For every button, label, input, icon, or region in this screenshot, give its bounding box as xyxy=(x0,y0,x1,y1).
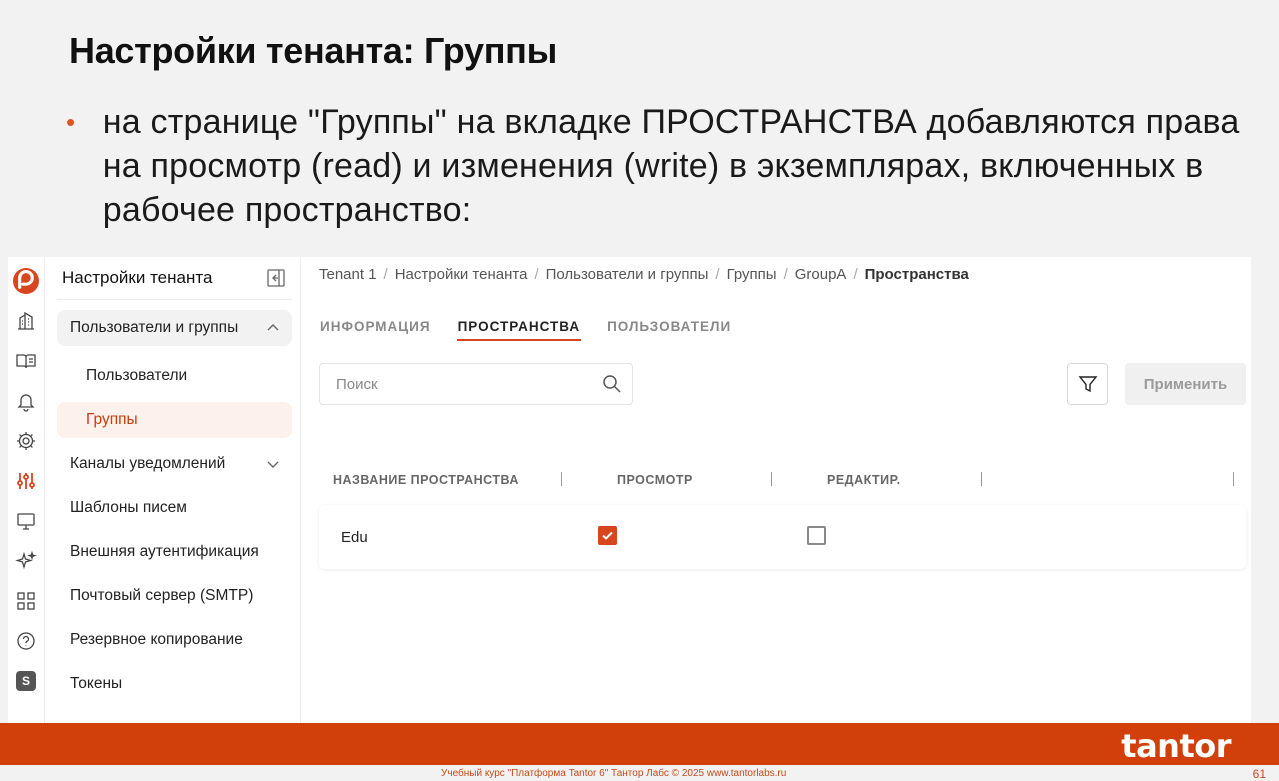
bullet-marker: • xyxy=(66,107,76,137)
sidebar-item-label: Резервное копирование xyxy=(70,631,243,648)
sidebar-item-email-templates[interactable]: Шаблоны писем xyxy=(57,486,292,530)
breadcrumb-separator: / xyxy=(383,265,388,283)
checkmark-icon xyxy=(602,531,613,540)
slide-title: Настройки тенанта: Группы xyxy=(69,30,558,71)
column-separator[interactable] xyxy=(1233,472,1234,486)
breadcrumb-separator: / xyxy=(534,265,539,283)
tab-spaces[interactable]: ПРОСТРАНСТВА xyxy=(456,319,582,341)
toolbar: Применить xyxy=(319,363,1246,405)
monitor-icon[interactable] xyxy=(8,501,45,541)
brand-logo: tantor xyxy=(1121,727,1231,765)
sidebar-header: Настройки тенанта xyxy=(57,257,292,300)
sidebar-item-groups[interactable]: Группы xyxy=(57,402,292,438)
chevron-up-icon xyxy=(267,324,279,331)
help-icon[interactable] xyxy=(8,621,45,661)
column-header-space-name[interactable]: НАЗВАНИЕ ПРОСТРАНСТВА xyxy=(333,473,519,487)
sidebar-item-label: Группы xyxy=(86,411,138,428)
read-checkbox[interactable] xyxy=(598,526,617,545)
breadcrumb-item[interactable]: Tenant 1 xyxy=(319,266,377,283)
breadcrumb-current: Пространства xyxy=(864,265,969,283)
breadcrumb-separator: / xyxy=(783,265,788,283)
space-name-cell: Edu xyxy=(341,529,368,546)
breadcrumb-item[interactable]: Группы xyxy=(727,266,777,283)
table-row: Edu xyxy=(319,505,1246,569)
breadcrumb-item[interactable]: GroupA xyxy=(795,266,847,283)
sparkle-icon[interactable] xyxy=(8,541,45,581)
bullet-text: на странице "Группы" на вкладке ПРОСТРАН… xyxy=(102,103,1240,229)
filter-icon xyxy=(1078,376,1097,393)
tab-users[interactable]: ПОЛЬЗОВАТЕЛИ xyxy=(606,319,732,349)
sidebar-title: Настройки тенанта xyxy=(62,268,213,287)
gear-icon[interactable] xyxy=(8,421,45,461)
collapse-sidebar-icon[interactable] xyxy=(266,268,286,288)
search-box xyxy=(319,363,633,405)
sidebar-item-external-auth[interactable]: Внешняя аутентификация xyxy=(57,530,292,574)
tab-bar: ИНФОРМАЦИЯ ПРОСТРАНСТВА ПОЛЬЗОВАТЕЛИ xyxy=(319,319,1245,349)
column-header-read[interactable]: ПРОСМОТР xyxy=(617,473,693,487)
book-icon[interactable] xyxy=(8,341,45,381)
settings-sidebar: Настройки тенанта Пользователи и группы … xyxy=(45,257,301,723)
sidebar-item-notification-channels[interactable]: Каналы уведомлений xyxy=(57,442,292,486)
bullet-point: • на странице "Группы" на вкладке ПРОСТР… xyxy=(66,100,1246,232)
tab-information[interactable]: ИНФОРМАЦИЯ xyxy=(319,319,432,349)
sidebar-item-label: Шаблоны писем xyxy=(70,499,187,516)
breadcrumb-item[interactable]: Пользователи и группы xyxy=(546,266,709,283)
sidebar-item-smtp[interactable]: Почтовый сервер (SMTP) xyxy=(57,574,292,618)
search-input[interactable] xyxy=(336,375,586,393)
breadcrumb-separator: / xyxy=(715,265,720,283)
logo-icon[interactable] xyxy=(8,261,45,301)
sidebar-item-label: Токены xyxy=(70,675,123,692)
breadcrumb-separator: / xyxy=(853,265,858,283)
table-header: НАЗВАНИЕ ПРОСТРАНСТВА ПРОСМОТР РЕДАКТИР. xyxy=(319,467,1246,493)
s-badge-icon[interactable]: S xyxy=(8,661,45,701)
breadcrumb-item[interactable]: Настройки тенанта xyxy=(395,266,528,283)
column-separator[interactable] xyxy=(771,472,772,486)
chevron-down-icon xyxy=(267,461,279,468)
column-separator[interactable] xyxy=(561,472,562,486)
app-window: S Настройки тенанта Пользователи и групп… xyxy=(8,257,1251,723)
write-checkbox[interactable] xyxy=(807,526,826,545)
sliders-icon[interactable] xyxy=(8,461,45,501)
sidebar-item-label: Почтовый сервер (SMTP) xyxy=(70,587,254,604)
main-content: Tenant 1 / Настройки тенанта / Пользоват… xyxy=(301,257,1251,723)
apply-button[interactable]: Применить xyxy=(1125,363,1246,405)
sidebar-item-backup[interactable]: Резервное копирование xyxy=(57,618,292,662)
sidebar-item-label: Пользователи xyxy=(86,367,188,384)
breadcrumb: Tenant 1 / Настройки тенанта / Пользоват… xyxy=(319,257,1245,291)
filter-button[interactable] xyxy=(1067,363,1108,405)
sidebar-item-tokens[interactable]: Токены xyxy=(57,662,292,706)
page-number: 61 xyxy=(1252,767,1266,781)
column-separator[interactable] xyxy=(981,472,982,486)
footer-bar: tantor xyxy=(0,723,1279,765)
s-badge-label: S xyxy=(16,671,36,691)
sidebar-item-label: Каналы уведомлений xyxy=(70,455,226,472)
building-icon[interactable] xyxy=(8,301,45,341)
sidebar-item-label: Внешняя аутентификация xyxy=(70,543,259,560)
footer-copyright: Учебный курс "Платформа Tantor 6" Тантор… xyxy=(441,768,787,779)
grid-icon[interactable] xyxy=(8,581,45,621)
column-header-write[interactable]: РЕДАКТИР. xyxy=(827,473,901,487)
sidebar-item-label: Пользователи и группы xyxy=(70,319,239,336)
bell-icon[interactable] xyxy=(8,381,45,421)
icon-rail: S xyxy=(8,257,45,723)
sidebar-item-users[interactable]: Пользователи xyxy=(57,354,292,398)
sidebar-item-users-and-groups[interactable]: Пользователи и группы xyxy=(57,310,292,346)
search-icon[interactable] xyxy=(602,374,622,394)
